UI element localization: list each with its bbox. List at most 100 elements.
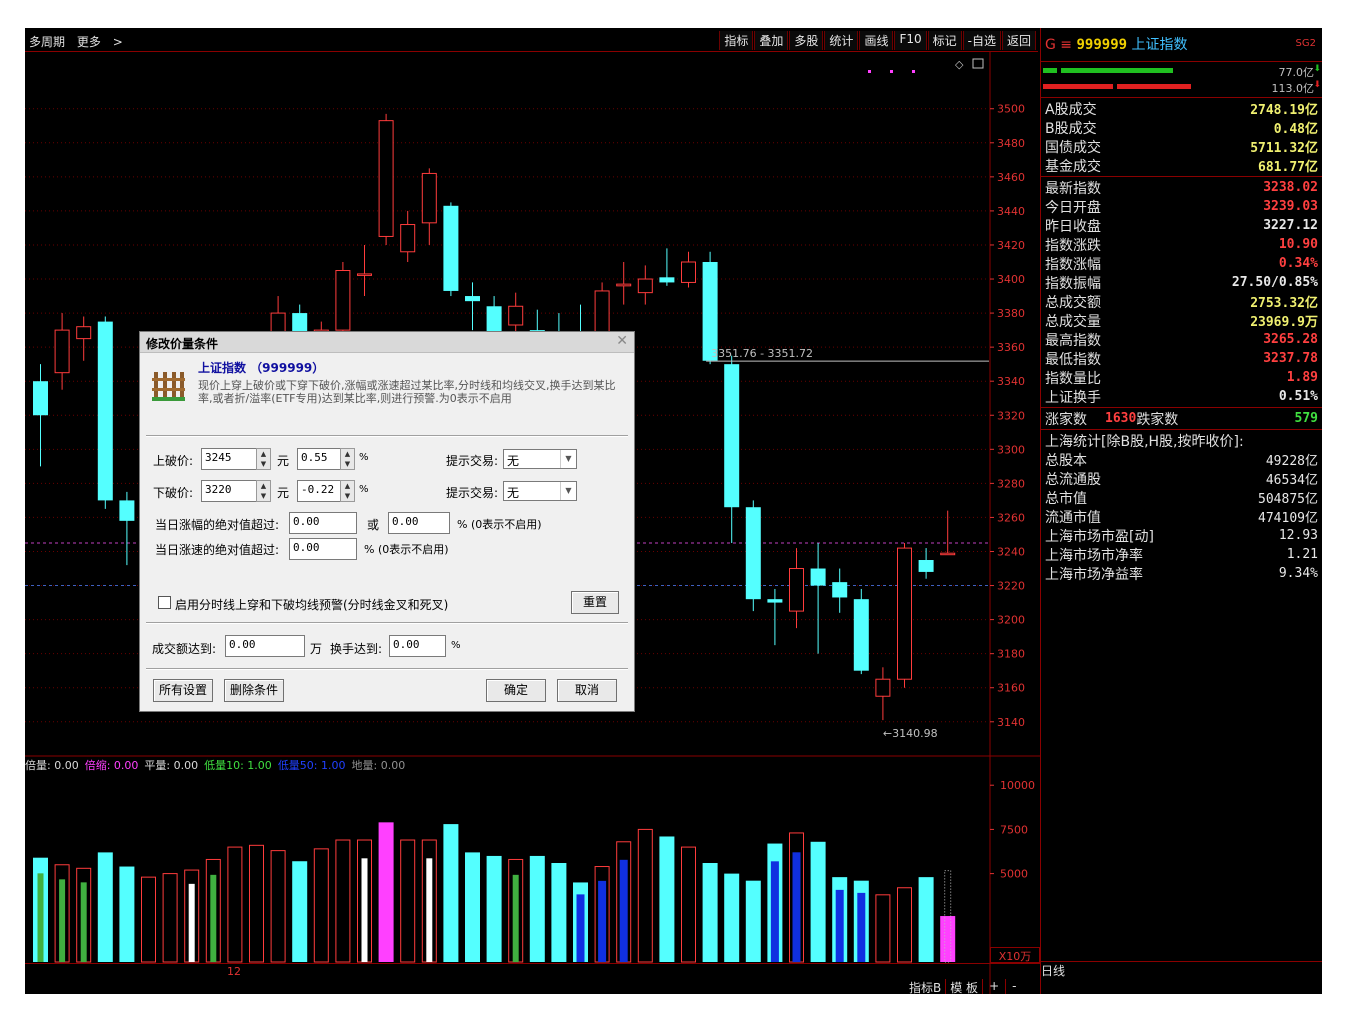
down-arrow-icon: ⬇ (1313, 80, 1321, 90)
trade-select-2[interactable]: 无 ▼ (503, 481, 577, 501)
separator (146, 622, 628, 624)
upper-pct-input[interactable]: 0.55 (297, 448, 341, 470)
lower-price-input[interactable]: 3220 (201, 480, 257, 502)
wan-label: 万 (310, 642, 323, 656)
speed-suffix: % (0表示不启用) (364, 543, 449, 556)
remove-watchlist-button[interactable]: -自选 (962, 31, 1001, 50)
quote-row-label: 上海市场市盈[动] (1045, 528, 1154, 545)
back-button[interactable]: 返回 (1001, 31, 1036, 50)
zoom-in-button[interactable]: + (983, 979, 1007, 994)
quote-row-label: 指数量比 (1045, 370, 1101, 387)
tab-template[interactable]: 模 板 (946, 979, 984, 994)
volume-tick-label: 5000 (1000, 868, 1028, 881)
spin-down-icon[interactable]: ▼ (257, 459, 270, 469)
upper-price-stepper[interactable]: ▲ ▼ (256, 448, 271, 470)
outflow-value: 113.0亿 (1271, 82, 1315, 95)
cancel-button[interactable]: 取消 (557, 679, 617, 702)
menu-icon[interactable]: G ≡ (1045, 37, 1072, 53)
candle-body-up (681, 261, 696, 283)
multi-stock-button[interactable]: 多股 (789, 31, 824, 50)
volume-bar (681, 846, 696, 963)
reset-button[interactable]: 重置 (571, 591, 619, 614)
price-tick-label: 3320 (997, 409, 1025, 422)
more-button[interactable]: 更多 > (77, 35, 131, 49)
rise-input[interactable]: 0.00 (289, 512, 357, 534)
upper-price-input[interactable]: 3245 (201, 448, 257, 470)
chevron-down-icon[interactable]: ▼ (560, 482, 576, 500)
volume-bar (292, 861, 308, 962)
trade-select-1[interactable]: 无 ▼ (503, 449, 577, 469)
quote-row-value: 12.93 (1278, 528, 1318, 543)
quote-row-label: 昨日收盘 (1045, 218, 1101, 235)
volume-bar (162, 873, 178, 963)
inflow-value: 77.0亿 (1278, 66, 1315, 79)
lower-pct-input[interactable]: -0.22 (297, 480, 341, 502)
indicator-button[interactable]: 指标 (719, 31, 754, 50)
ma-cross-checkbox[interactable] (158, 596, 171, 609)
mark-button[interactable]: 标记 (927, 31, 962, 50)
quote-row-value: 23969.9万 (1250, 315, 1318, 330)
candle-body-up (378, 120, 394, 237)
lower-pct-stepper[interactable]: ▲ ▼ (340, 480, 355, 502)
quote-row: 上证换手 0.51% (1041, 387, 1322, 406)
candle-body-up (508, 305, 524, 326)
quote-header: G ≡ 999999 上证指数 SG2 (1041, 28, 1322, 62)
quote-row-value: 3239.03 (1263, 199, 1318, 214)
delete-condition-button[interactable]: 删除条件 (224, 679, 284, 702)
price-tick-label: 3300 (997, 443, 1025, 456)
candle-body-down (745, 507, 761, 600)
volume-bar (918, 877, 934, 962)
speed-input[interactable]: 0.00 (289, 538, 357, 560)
zoom-out-button[interactable]: - (1006, 979, 1022, 994)
spin-up-icon[interactable]: ▲ (257, 481, 270, 491)
candle-body-down (724, 364, 740, 508)
up-count-label: 涨家数 (1045, 411, 1087, 428)
amount-input[interactable]: 0.00 (225, 635, 305, 657)
tab-indicator-b[interactable]: 指标B (905, 979, 947, 994)
advance-decline-section: 涨家数 1630 跌家数 579 (1041, 408, 1322, 430)
quote-row: 最高指数 3265.28 (1041, 330, 1322, 349)
f10-button[interactable]: F10 (894, 31, 927, 50)
quote-row-label: 上证换手 (1045, 389, 1101, 406)
chevron-down-icon[interactable]: ▼ (560, 450, 576, 468)
quote-row-value: 2753.32亿 (1250, 296, 1318, 311)
price-tick-label: 3240 (997, 545, 1025, 558)
multi-period-button[interactable]: 多周期 (29, 35, 65, 49)
upper-pct-stepper[interactable]: ▲ ▼ (340, 448, 355, 470)
spin-up-icon[interactable]: ▲ (257, 449, 270, 459)
candle-body-down (853, 599, 869, 671)
quote-row: 指数涨跌 10.90 (1041, 235, 1322, 254)
quote-row-value: 46534亿 (1265, 473, 1318, 488)
period-label[interactable]: 日线 (1040, 961, 1322, 979)
draw-line-button[interactable]: 画线 (859, 31, 894, 50)
lower-price-stepper[interactable]: ▲ ▼ (256, 480, 271, 502)
spin-down-icon[interactable]: ▼ (257, 491, 270, 501)
stats-button[interactable]: 统计 (824, 31, 859, 50)
ok-button[interactable]: 确定 (486, 679, 546, 702)
more-label: 更多 (76, 35, 101, 49)
shanghai-stats-rows: 总股本 49228亿 总流通股 46534亿 总市值 504875亿 流通市值 474109亿… (1041, 450, 1322, 583)
amount-label: 成交额达到: (152, 642, 217, 656)
price-tick-label: 3440 (997, 205, 1025, 218)
spin-down-icon[interactable]: ▼ (341, 459, 354, 469)
fund-flow-bars: 77.0亿 ⬇ 113.0亿 ⬇ (1041, 62, 1322, 98)
price-tick-label: 3180 (997, 648, 1025, 661)
volume-bar (724, 873, 740, 962)
spin-up-icon[interactable]: ▲ (341, 481, 354, 491)
candle-body-up (335, 270, 351, 331)
close-icon[interactable]: ✕ (616, 333, 628, 349)
spin-up-icon[interactable]: ▲ (341, 449, 354, 459)
spin-down-icon[interactable]: ▼ (341, 491, 354, 501)
overlay-button[interactable]: 叠加 (754, 31, 789, 50)
dialog-titlebar[interactable]: 修改价量条件 ✕ (140, 332, 634, 353)
quote-row-label: 指数振幅 (1045, 275, 1101, 292)
volume-bar (810, 841, 826, 962)
candle-body-up (400, 224, 416, 253)
turnover-input[interactable]: 0.00 (389, 635, 446, 657)
rise-input-2[interactable]: 0.00 (388, 512, 450, 534)
down-count-label: 跌家数 (1136, 411, 1179, 428)
quote-row: 国债成交 5711.32亿 (1041, 137, 1322, 157)
low50-volume-bar (857, 892, 866, 962)
all-settings-button[interactable]: 所有设置 (153, 679, 213, 702)
legend-item: 地量: 0.00 (351, 759, 406, 772)
